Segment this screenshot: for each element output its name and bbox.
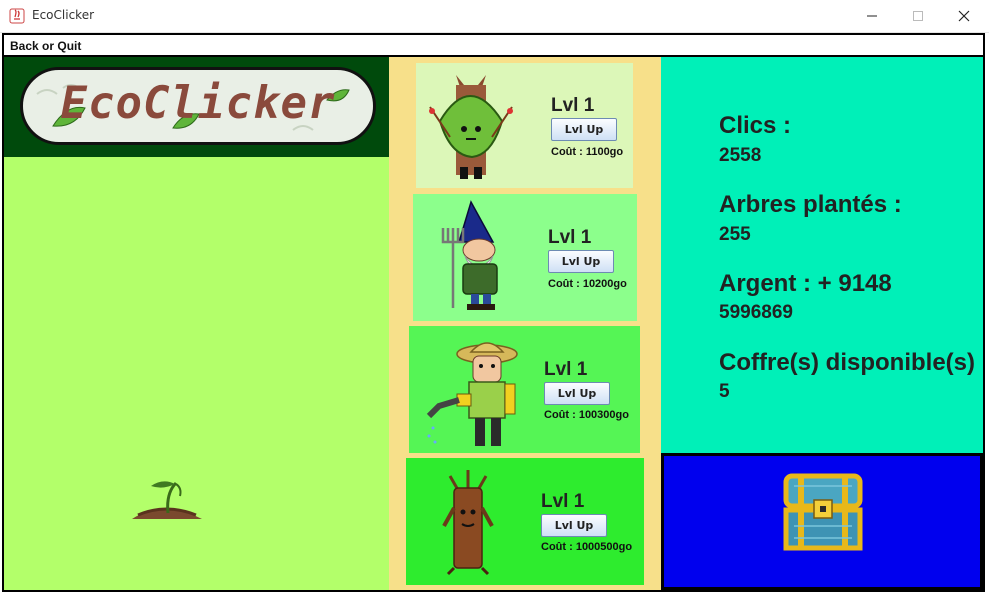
upgrade-cost: Coût : 1000500go xyxy=(541,541,633,553)
close-button[interactable] xyxy=(941,0,987,32)
upgrade-cost: Coût : 10200go xyxy=(548,278,627,290)
window-title: EcoClicker xyxy=(32,8,95,22)
window-titlebar: EcoClicker xyxy=(0,0,989,33)
logo-banner: EcoClicker xyxy=(20,67,376,145)
treasure-chest-icon[interactable] xyxy=(780,470,866,554)
upgrade-card-leaf-spirit: Lvl 1 Lvl Up Coût : 1100go xyxy=(416,63,633,188)
level-up-button[interactable]: Lvl Up xyxy=(551,118,617,141)
upgrade-level: Lvl 1 xyxy=(544,359,588,380)
minimize-icon xyxy=(867,15,877,17)
minimize-button[interactable] xyxy=(849,0,895,32)
chests-available-value: 5 xyxy=(719,381,730,402)
upgrade-card-gnome: Lvl 1 Lvl Up Coût : 10200go xyxy=(413,194,637,321)
level-up-button[interactable]: Lvl Up xyxy=(544,382,610,405)
chests-available-label: Coffre(s) disponible(s) xyxy=(719,349,975,376)
menu-bar: Back or Quit xyxy=(2,33,985,55)
planting-field[interactable] xyxy=(4,157,389,590)
gnome-icon xyxy=(441,200,498,310)
chest-panel xyxy=(661,453,983,590)
logo-text: EcoClicker xyxy=(60,78,336,129)
back-or-quit-menu[interactable]: Back or Quit xyxy=(10,39,81,53)
trees-planted-value: 255 xyxy=(719,224,751,245)
upgrade-card-gardener: Lvl 1 Lvl Up Coût : 100300go xyxy=(409,326,640,453)
trees-planted-label: Arbres plantés : xyxy=(719,191,902,218)
stats-panel: Clics : 2558 Arbres plantés : 255 Argent… xyxy=(661,57,983,453)
maximize-icon xyxy=(913,11,923,21)
gardener-icon xyxy=(426,342,518,446)
treant-icon xyxy=(442,470,494,576)
upgrade-level: Lvl 1 xyxy=(541,491,585,512)
upgrade-card-treant: Lvl 1 Lvl Up Coût : 1000500go xyxy=(406,458,644,585)
level-up-button[interactable]: Lvl Up xyxy=(548,250,614,273)
upgrade-level: Lvl 1 xyxy=(551,95,595,116)
sprout-icon[interactable] xyxy=(128,475,204,525)
upgrade-cost: Coût : 100300go xyxy=(544,409,629,421)
money-value: 5996869 xyxy=(719,302,793,323)
leaf-spirit-icon xyxy=(429,75,513,179)
upgrade-level: Lvl 1 xyxy=(548,227,592,248)
clicks-value: 2558 xyxy=(719,145,762,166)
upgrade-cost: Coût : 1100go xyxy=(551,146,624,158)
maximize-button[interactable] xyxy=(895,0,941,32)
money-label: Argent : + 9148 xyxy=(719,270,892,297)
close-icon xyxy=(958,10,970,22)
java-app-icon xyxy=(9,8,25,24)
logo-panel: EcoClicker xyxy=(4,57,389,157)
level-up-button[interactable]: Lvl Up xyxy=(541,514,607,537)
clicks-label: Clics : xyxy=(719,112,792,139)
